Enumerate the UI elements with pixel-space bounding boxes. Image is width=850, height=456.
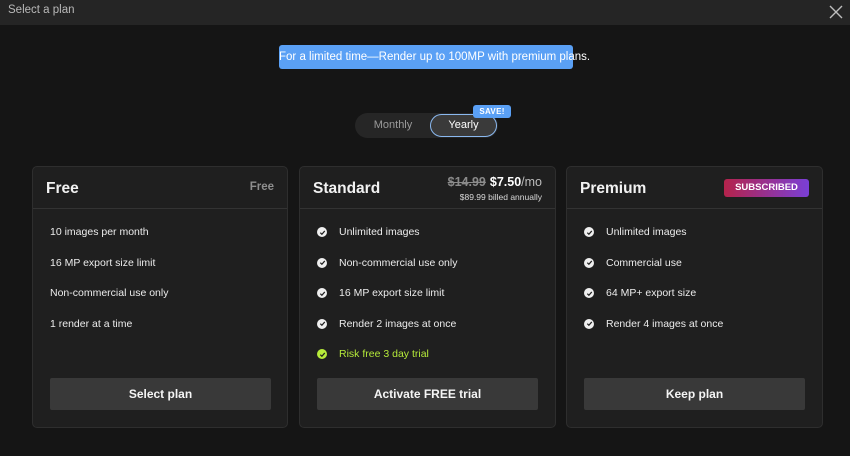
plan-price: Free [249,181,274,193]
plan-name: Premium [580,180,647,197]
title-bar: Select a plan [0,0,850,25]
plan-name: Standard [313,180,381,197]
feature-item: Unlimited images [317,226,545,257]
trial-feature-label: Risk free 3 day trial [339,348,429,360]
feature-list: 10 images per month 16 MP export size li… [50,226,277,348]
plan-card-premium: Premium SUBSCRIBED Unlimited images Comm… [566,166,823,428]
billed-annually-note: $89.99 billed annually [459,192,542,202]
feature-item: Render 2 images at once [317,318,545,349]
feature-label: Render 2 images at once [339,317,457,330]
feature-label: 16 MP export size limit [339,287,445,299]
check-icon [317,349,327,359]
toggle-monthly[interactable]: Monthly [357,113,429,138]
plan-card-standard: Standard $14.99 $7.50/mo $89.99 billed an… [299,166,556,428]
subscribed-badge: SUBSCRIBED [724,179,809,197]
close-icon[interactable] [826,2,846,22]
old-price: $14.99 [447,175,486,189]
new-price: $7.50 [489,175,522,189]
check-icon [584,257,594,268]
feature-item: 16 MP export size limit [317,287,545,318]
select-plan-button[interactable]: Select plan [50,378,271,410]
feature-label: 1 render at a time [50,317,133,330]
plan-name: Free [46,180,79,197]
feature-label: Unlimited images [339,226,420,238]
check-icon [317,257,327,268]
feature-item: 64 MP+ export size [584,287,812,318]
plan-header: Premium SUBSCRIBED [567,167,822,209]
feature-label: Commercial use [606,256,682,269]
check-icon [584,318,594,329]
feature-item: Render 4 images at once [584,318,812,349]
check-icon [317,288,327,298]
feature-item: Non-commercial use only [317,257,545,288]
feature-item: 16 MP export size limit [50,257,277,288]
feature-label: Non-commercial use only [50,287,169,299]
plan-header: Free Free [33,167,287,209]
feature-item: Commercial use [584,257,812,288]
plan-card-free: Free Free 10 images per month 16 MP expo… [32,166,288,428]
feature-label: Unlimited images [606,226,687,238]
activate-free-trial-button[interactable]: Activate FREE trial [317,378,538,410]
feature-item: Unlimited images [584,226,812,257]
feature-item: 10 images per month [50,226,277,257]
check-icon [584,288,594,298]
feature-label: Render 4 images at once [606,317,724,330]
feature-label: 64 MP+ export size [606,287,697,299]
feature-label: 16 MP export size limit [50,256,156,269]
feature-list: Unlimited images Commercial use 64 MP+ e… [584,226,812,348]
feature-item: Non-commercial use only [50,287,277,318]
feature-item: 1 render at a time [50,318,277,349]
check-icon [317,227,327,237]
feature-label: Non-commercial use only [339,256,458,269]
plan-header: Standard $14.99 $7.50/mo $89.99 billed an… [300,167,555,209]
window-title: Select a plan [8,4,75,16]
feature-label: 10 images per month [50,226,149,238]
feature-list: Unlimited images Non-commercial use only… [317,226,545,379]
price-period: /mo [521,175,542,189]
check-icon [317,318,327,329]
save-badge: SAVE! [473,105,511,118]
keep-plan-button[interactable]: Keep plan [584,378,805,410]
check-icon [584,227,594,237]
promo-banner: For a limited time—Render up to 100MP wi… [279,45,590,69]
trial-feature-item: Risk free 3 day trial [317,348,545,379]
price-block: $14.99 $7.50/mo $89.99 billed annually [448,175,542,202]
